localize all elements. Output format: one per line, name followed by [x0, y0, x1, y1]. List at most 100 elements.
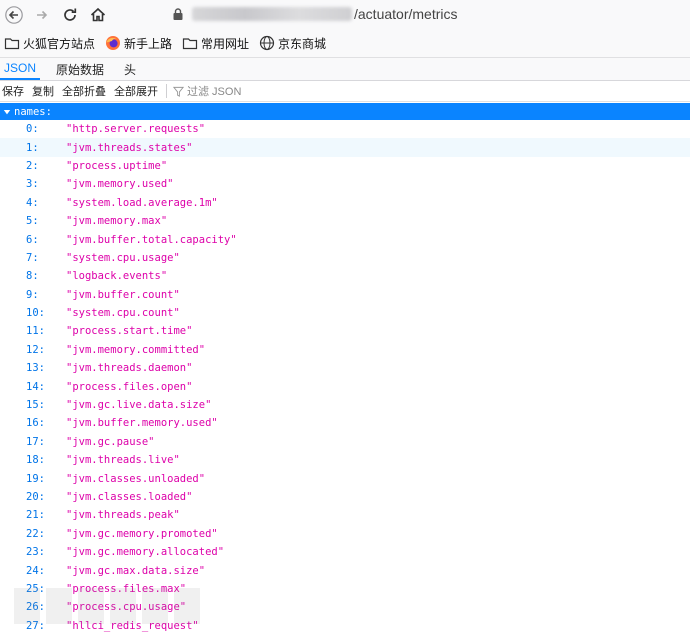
- tab-headers[interactable]: 头: [120, 58, 140, 80]
- json-item-index: 14:: [26, 380, 45, 393]
- json-item-row[interactable]: 25: "process.files.max": [0, 580, 690, 598]
- json-item-index: 13:: [26, 362, 45, 375]
- bookmarks-toolbar: 火狐官方站点 新手上路 常用网址 京东商城: [0, 29, 690, 58]
- json-item-index: 3:: [26, 178, 39, 191]
- json-item-index: 12:: [26, 343, 45, 356]
- bookmark-label: 常用网址: [201, 36, 250, 51]
- bookmark-label: 新手上路: [124, 36, 173, 51]
- json-item-row[interactable]: 10: "system.cpu.count": [0, 304, 690, 322]
- bookmark-label: 京东商城: [278, 36, 327, 51]
- json-item-value: "jvm.threads.peak": [66, 509, 180, 522]
- url-path: /actuator/metrics: [354, 6, 458, 22]
- bookmark-jd[interactable]: 京东商城: [259, 35, 326, 52]
- forward-arrow-icon: [37, 10, 48, 19]
- json-item-row[interactable]: 27: "hllci_redis_request": [0, 617, 690, 635]
- json-item-value: "jvm.buffer.total.capacity": [66, 233, 237, 246]
- json-item-value: "process.start.time": [66, 325, 193, 338]
- json-item-row[interactable]: 2: "process.uptime": [0, 157, 690, 175]
- json-item-value: "system.load.average.1m": [66, 196, 218, 209]
- json-item-row[interactable]: 23: "jvm.gc.memory.allocated": [0, 543, 690, 561]
- tab-json[interactable]: JSON: [0, 58, 41, 80]
- json-item-index: 23:: [26, 546, 45, 559]
- collapse-all-button[interactable]: 全部折叠: [62, 83, 106, 99]
- json-item-row[interactable]: 24: "jvm.gc.max.data.size": [0, 561, 690, 579]
- json-item-row[interactable]: 1: "jvm.threads.states": [0, 138, 690, 157]
- json-item-index: 24:: [26, 564, 45, 577]
- json-item-row[interactable]: 22: "jvm.gc.memory.promoted": [0, 525, 690, 543]
- json-item-row[interactable]: 4: "system.load.average.1m": [0, 194, 690, 212]
- json-item-index: 15:: [26, 399, 45, 412]
- bookmark-getting-started[interactable]: 新手上路: [105, 35, 172, 52]
- json-item-value: "jvm.buffer.count": [66, 288, 180, 301]
- bookmark-common-sites[interactable]: 常用网址: [182, 35, 249, 52]
- json-item-index: 11:: [26, 325, 45, 338]
- json-item-value: "jvm.gc.live.data.size": [66, 399, 212, 412]
- json-item-index: 5:: [26, 215, 39, 228]
- tab-raw-data[interactable]: 原始数据: [52, 58, 108, 80]
- reload-button[interactable]: [56, 1, 84, 29]
- json-item-index: 16:: [26, 417, 45, 430]
- json-item-row[interactable]: 3: "jvm.memory.used": [0, 175, 690, 193]
- json-item-index: 9:: [26, 288, 39, 301]
- copy-button[interactable]: 复制: [32, 83, 54, 99]
- json-tree: names: 0: "http.server.requests" 1: "jvm.th…: [0, 103, 690, 636]
- home-icon: [90, 7, 106, 21]
- json-item-value: "process.uptime": [66, 159, 168, 172]
- json-item-value: "jvm.threads.states": [66, 141, 193, 154]
- json-item-row[interactable]: 17: "jvm.gc.pause": [0, 433, 690, 451]
- json-item-row[interactable]: 18: "jvm.threads.live": [0, 451, 690, 469]
- forward-button[interactable]: [28, 1, 56, 29]
- json-item-index: 8:: [26, 270, 39, 283]
- json-item-row[interactable]: 7: "system.cpu.usage": [0, 249, 690, 267]
- json-item-index: 26:: [26, 601, 45, 614]
- json-item-index: 1:: [26, 141, 39, 154]
- json-item-value: "jvm.gc.memory.allocated": [66, 546, 225, 559]
- json-item-value: "system.cpu.usage": [66, 251, 180, 264]
- home-button[interactable]: [84, 1, 112, 29]
- json-item-value: "jvm.memory.used": [66, 178, 174, 191]
- json-array-items: 0: "http.server.requests" 1: "jvm.threads.s…: [0, 120, 690, 635]
- json-root-row[interactable]: names:: [0, 103, 690, 120]
- json-item-index: 20:: [26, 491, 45, 503]
- json-item-value: "jvm.classes.unloaded": [66, 472, 206, 485]
- json-item-index: 2:: [26, 159, 39, 172]
- json-item-row[interactable]: 0: "http.server.requests": [0, 120, 690, 138]
- json-item-row[interactable]: 15: "jvm.gc.live.data.size": [0, 396, 690, 414]
- json-item-value: "hllci_redis_request": [66, 619, 199, 632]
- json-item-index: 19:: [26, 472, 45, 485]
- bookmark-firefox-official[interactable]: 火狐官方站点: [4, 35, 95, 52]
- save-button[interactable]: 保存: [2, 83, 24, 99]
- json-item-row[interactable]: 20: "jvm.classes.loaded": [0, 488, 690, 506]
- json-item-index: 17:: [26, 435, 45, 448]
- json-item-row[interactable]: 12: "jvm.memory.committed": [0, 341, 690, 359]
- json-item-row[interactable]: 5: "jvm.memory.max": [0, 212, 690, 230]
- json-item-row[interactable]: 11: "process.start.time": [0, 322, 690, 340]
- json-item-value: "process.files.max": [66, 582, 187, 595]
- json-item-row[interactable]: 21: "jvm.threads.peak": [0, 506, 690, 524]
- json-item-value: "jvm.threads.daemon": [66, 362, 193, 375]
- folder-icon: [4, 35, 20, 51]
- reload-icon: [64, 8, 77, 21]
- json-item-row[interactable]: 16: "jvm.buffer.memory.used": [0, 414, 690, 432]
- json-item-index: 18:: [26, 454, 45, 467]
- json-item-index: 27:: [26, 619, 45, 632]
- json-item-row[interactable]: 26: "process.cpu.usage": [0, 598, 690, 616]
- json-item-row[interactable]: 19: "jvm.classes.unloaded": [0, 469, 690, 487]
- expand-all-button[interactable]: 全部展开: [114, 83, 158, 99]
- globe-icon: [259, 35, 275, 51]
- json-item-row[interactable]: 9: "jvm.buffer.count": [0, 286, 690, 304]
- filter-json-input[interactable]: 过滤 JSON: [173, 83, 241, 99]
- json-item-row[interactable]: 13: "jvm.threads.daemon": [0, 359, 690, 377]
- json-item-row[interactable]: 8: "logback.events": [0, 267, 690, 285]
- back-button[interactable]: [0, 1, 28, 29]
- json-item-value: "jvm.gc.memory.promoted": [66, 527, 218, 540]
- json-item-row[interactable]: 6: "jvm.buffer.total.capacity": [0, 230, 690, 248]
- json-item-value: "jvm.gc.pause": [66, 435, 155, 448]
- url-bar[interactable]: /actuator/metrics: [170, 2, 690, 26]
- json-item-row[interactable]: 14: "process.files.open": [0, 377, 690, 395]
- lock-icon: [170, 6, 186, 22]
- json-item-index: 7:: [26, 251, 39, 264]
- back-arrow-icon: [5, 5, 23, 24]
- expanded-triangle-icon[interactable]: [2, 107, 12, 117]
- json-item-index: 0:: [26, 123, 39, 136]
